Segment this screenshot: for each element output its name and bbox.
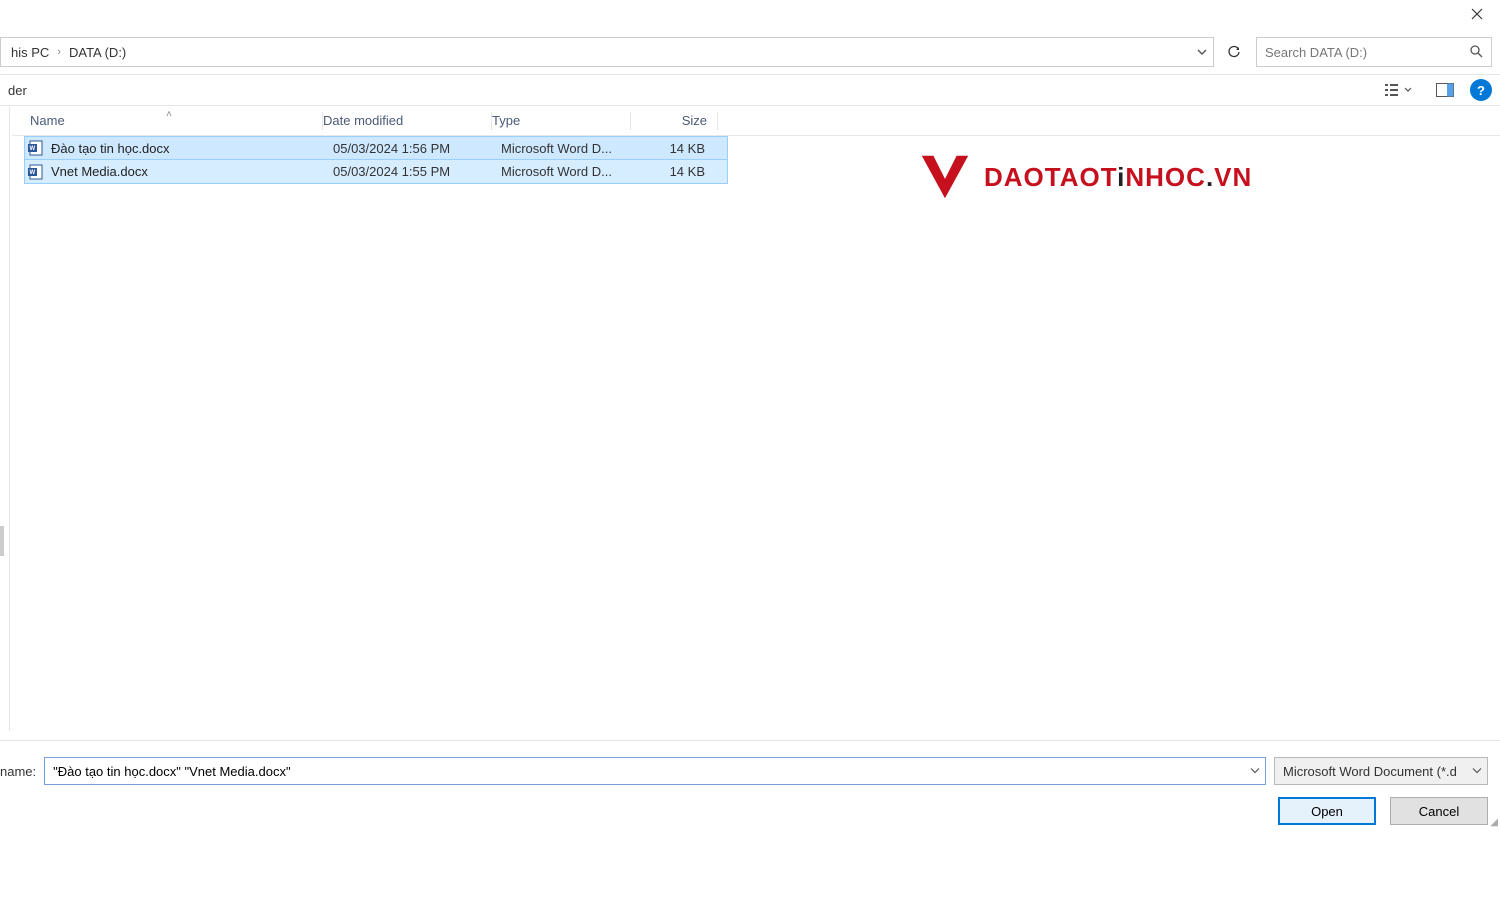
file-name: Đào tạo tin học.docx bbox=[51, 141, 333, 156]
file-type-filter[interactable]: Microsoft Word Document (*.d bbox=[1274, 757, 1488, 785]
close-button[interactable] bbox=[1454, 0, 1500, 28]
refresh-button[interactable] bbox=[1220, 38, 1248, 66]
svg-text:W: W bbox=[30, 170, 36, 176]
column-header-type[interactable]: Type bbox=[492, 113, 630, 128]
chevron-down-icon bbox=[1472, 766, 1482, 776]
chevron-down-icon bbox=[1250, 766, 1260, 776]
toolbar: der ? bbox=[0, 74, 1500, 106]
word-file-icon: W bbox=[27, 139, 45, 157]
address-bar-row: his PC › DATA (D:) bbox=[0, 35, 1500, 69]
help-button[interactable]: ? bbox=[1470, 79, 1492, 101]
column-header-size[interactable]: Size bbox=[631, 113, 717, 128]
file-date: 05/03/2024 1:56 PM bbox=[333, 141, 501, 156]
logo-v-icon bbox=[916, 148, 974, 206]
search-input[interactable] bbox=[1265, 45, 1469, 60]
file-list-header: Name ˄ Date modified Type Size bbox=[12, 106, 1500, 136]
file-type: Microsoft Word D... bbox=[501, 141, 639, 156]
watermark-text: DAOTAOTiNHOC.VN bbox=[984, 162, 1252, 193]
view-mode-button[interactable] bbox=[1376, 78, 1420, 102]
file-rows: W Đào tạo tin học.docx 05/03/2024 1:56 P… bbox=[12, 136, 1500, 184]
breadcrumb-bar[interactable]: his PC › DATA (D:) bbox=[0, 37, 1214, 67]
filename-input-wrap bbox=[44, 757, 1266, 785]
file-row[interactable]: W Đào tạo tin học.docx 05/03/2024 1:56 P… bbox=[24, 136, 728, 160]
word-file-icon: W bbox=[27, 163, 45, 181]
search-box[interactable] bbox=[1256, 37, 1492, 67]
breadcrumb: his PC › DATA (D:) bbox=[5, 41, 132, 64]
file-size: 14 KB bbox=[639, 164, 715, 179]
filename-input[interactable] bbox=[44, 757, 1266, 785]
titlebar bbox=[0, 0, 1500, 28]
toolbar-right: ? bbox=[1376, 78, 1492, 102]
dialog-buttons: Open Cancel bbox=[0, 797, 1488, 825]
filename-row: name: Microsoft Word Document (*.d bbox=[0, 751, 1488, 785]
preview-pane-button[interactable] bbox=[1428, 78, 1462, 102]
search-icon bbox=[1469, 44, 1483, 61]
resize-grip-icon[interactable]: ◢ bbox=[1490, 817, 1498, 828]
refresh-icon bbox=[1227, 45, 1241, 59]
column-header-date[interactable]: Date modified bbox=[323, 113, 491, 128]
new-folder-button[interactable]: der bbox=[0, 79, 35, 102]
file-size: 14 KB bbox=[639, 141, 715, 156]
column-header-name[interactable]: Name ˄ bbox=[12, 113, 322, 128]
toolbar-left: der bbox=[0, 79, 35, 102]
file-type-filter-wrap: Microsoft Word Document (*.d bbox=[1274, 757, 1488, 785]
file-row[interactable]: W Vnet Media.docx 05/03/2024 1:55 PM Mic… bbox=[24, 160, 728, 184]
filter-dropdown-button[interactable] bbox=[1472, 764, 1482, 779]
sidebar-scrollbar[interactable] bbox=[0, 526, 4, 556]
open-button[interactable]: Open bbox=[1278, 797, 1376, 825]
svg-text:W: W bbox=[30, 146, 36, 152]
list-view-icon bbox=[1384, 83, 1400, 97]
breadcrumb-item-drive[interactable]: DATA (D:) bbox=[63, 41, 132, 64]
preview-pane-icon bbox=[1436, 83, 1454, 97]
watermark-logo: DAOTAOTiNHOC.VN bbox=[916, 148, 1252, 206]
file-list-area: Name ˄ Date modified Type Size W Đào tạo… bbox=[12, 106, 1500, 740]
file-type: Microsoft Word D... bbox=[501, 164, 639, 179]
close-icon bbox=[1471, 8, 1483, 20]
chevron-down-icon bbox=[1197, 47, 1207, 57]
nav-sidebar[interactable] bbox=[0, 106, 10, 731]
filename-label: name: bbox=[0, 764, 36, 779]
bottom-panel: name: Microsoft Word Document (*.d Open … bbox=[0, 740, 1500, 830]
breadcrumb-dropdown[interactable] bbox=[1197, 47, 1207, 57]
help-icon: ? bbox=[1477, 83, 1485, 98]
chevron-down-icon bbox=[1404, 86, 1412, 94]
filename-dropdown-button[interactable] bbox=[1250, 764, 1260, 779]
chevron-right-icon: › bbox=[55, 46, 63, 58]
sort-ascending-icon: ˄ bbox=[166, 109, 172, 120]
breadcrumb-item-thispc[interactable]: his PC bbox=[5, 41, 55, 64]
file-name: Vnet Media.docx bbox=[51, 164, 333, 179]
column-name-label: Name bbox=[30, 113, 65, 128]
file-date: 05/03/2024 1:55 PM bbox=[333, 164, 501, 179]
cancel-button[interactable]: Cancel bbox=[1390, 797, 1488, 825]
